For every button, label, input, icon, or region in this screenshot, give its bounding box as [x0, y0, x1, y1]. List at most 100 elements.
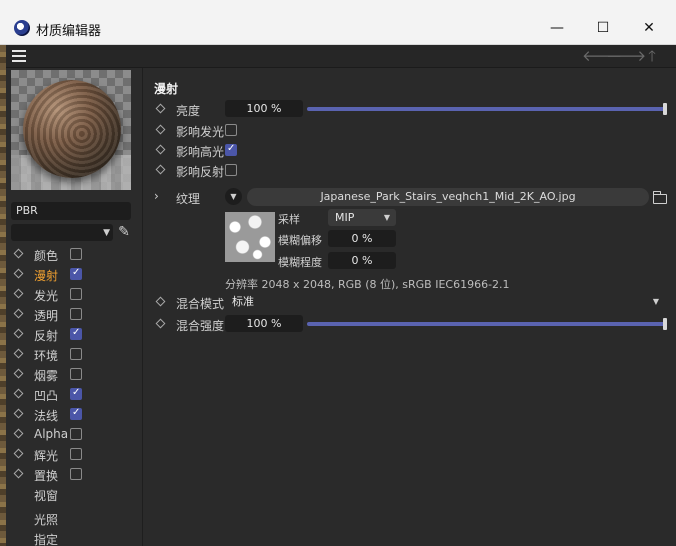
channel-item-environment[interactable]: 环境: [6, 344, 143, 364]
keyframe-diamond-icon[interactable]: [155, 144, 166, 155]
affect-luminance-row: 影响发光: [143, 120, 676, 140]
chevron-down-icon: ▼: [652, 297, 659, 306]
keyframe-diamond-icon[interactable]: [13, 308, 24, 319]
brightness-label: 亮度: [176, 104, 201, 118]
channel-checkbox[interactable]: [70, 428, 82, 440]
material-name-field[interactable]: PBR: [11, 202, 131, 220]
affect-specular-checkbox[interactable]: [225, 143, 237, 156]
affect-specular-label: 影响高光: [176, 145, 225, 159]
mix-mode-row: 混合模式 标准 ▼: [143, 292, 676, 312]
channel-checkbox[interactable]: [70, 387, 82, 400]
mix-strength-row: 混合强度 100 %: [143, 314, 676, 334]
keyframe-diamond-icon[interactable]: [13, 288, 24, 299]
keyframe-diamond-icon[interactable]: [13, 428, 24, 439]
keyframe-diamond-icon[interactable]: [13, 468, 24, 479]
channel-checkbox[interactable]: [70, 468, 82, 480]
channel-checkbox[interactable]: [70, 288, 82, 300]
material-preview[interactable]: [11, 70, 131, 190]
back-arrow-icon[interactable]: 🡐: [582, 47, 622, 65]
channel-item-luminance[interactable]: 发光: [6, 284, 143, 304]
attribute-pane: 漫射 亮度 100 % 影响发光 影响高光 影响反射 › 纹理 ▼ Japane…: [143, 68, 676, 546]
channel-item-reflectance[interactable]: 反射: [6, 324, 143, 344]
texture-thumbnail[interactable]: [225, 212, 275, 262]
affect-luminance-checkbox[interactable]: [225, 124, 237, 136]
channel-checkbox[interactable]: [70, 267, 82, 280]
menu-bar: 🡐 🡒 🡑: [6, 45, 676, 68]
up-arrow-icon[interactable]: 🡑: [642, 47, 662, 65]
slider-handle[interactable]: [663, 318, 667, 330]
mix-strength-slider[interactable]: [307, 318, 667, 330]
close-button[interactable]: ✕: [626, 10, 672, 45]
texture-row: › 纹理 ▼ Japanese_Park_Stairs_veqhch1_Mid_…: [143, 187, 676, 207]
brightness-slider[interactable]: [307, 103, 667, 115]
minimize-button[interactable]: —: [534, 10, 580, 45]
channel-checkbox[interactable]: [70, 368, 82, 380]
preview-sphere: [23, 80, 121, 178]
keyframe-diamond-icon[interactable]: [13, 448, 24, 459]
affect-luminance-label: 影响发光: [176, 125, 225, 139]
hamburger-menu-icon[interactable]: [12, 50, 26, 62]
keyframe-diamond-icon[interactable]: [155, 103, 166, 114]
affect-reflection-checkbox[interactable]: [225, 164, 237, 176]
eyedropper-icon[interactable]: ✎: [116, 223, 132, 241]
channel-checkbox[interactable]: [70, 248, 82, 260]
blur-offset-field[interactable]: 0 %: [328, 230, 396, 247]
texture-resolution-info: 分辨率 2048 x 2048, RGB (8 位), sRGB IEC6196…: [225, 278, 510, 291]
keyframe-diamond-icon[interactable]: [13, 348, 24, 359]
keyframe-diamond-icon[interactable]: [13, 268, 24, 279]
texture-menu-button[interactable]: ▼: [225, 188, 242, 205]
channel-item-transparency[interactable]: 透明: [6, 304, 143, 324]
mix-mode-label: 混合模式: [176, 297, 225, 311]
channel-checkbox[interactable]: [70, 308, 82, 320]
channel-item-alpha[interactable]: Alpha: [6, 424, 143, 444]
channel-item-fog[interactable]: 烟雾: [6, 364, 143, 384]
blur-scale-label: 模糊程度: [278, 256, 322, 269]
blur-offset-label: 模糊偏移: [278, 234, 322, 247]
window-title: 材质编辑器: [36, 24, 102, 39]
keyframe-diamond-icon[interactable]: [13, 328, 24, 339]
sampling-label: 采样: [278, 213, 300, 226]
chevron-right-icon[interactable]: ›: [154, 189, 159, 203]
mix-mode-dropdown[interactable]: 标准 ▼: [225, 293, 665, 310]
keyframe-diamond-icon[interactable]: [155, 318, 166, 329]
section-title: 漫射: [154, 82, 179, 96]
channel-item-illumination[interactable]: 光照: [6, 508, 143, 528]
channel-checkbox[interactable]: [70, 407, 82, 420]
affect-reflection-label: 影响反射: [176, 165, 225, 179]
keyframe-diamond-icon[interactable]: [13, 368, 24, 379]
mix-strength-label: 混合强度: [176, 319, 225, 333]
brightness-field[interactable]: 100 %: [225, 100, 303, 117]
forward-arrow-icon[interactable]: 🡒: [606, 47, 646, 65]
cinema4d-app-icon: [14, 20, 30, 36]
texture-label: 纹理: [176, 192, 201, 206]
channel-item-color[interactable]: 颜色: [6, 244, 143, 264]
channel-checkbox[interactable]: [70, 327, 82, 340]
keyframe-diamond-icon[interactable]: [13, 388, 24, 399]
channel-item-viewport[interactable]: 视窗: [6, 484, 143, 504]
channel-item-displacement[interactable]: 置换: [6, 464, 143, 484]
keyframe-diamond-icon[interactable]: [155, 164, 166, 175]
keyframe-diamond-icon[interactable]: [13, 248, 24, 259]
mix-strength-field[interactable]: 100 %: [225, 315, 303, 332]
blur-scale-field[interactable]: 0 %: [328, 252, 396, 269]
channel-checkbox[interactable]: [70, 348, 82, 360]
keyframe-diamond-icon[interactable]: [13, 408, 24, 419]
channel-item-normal[interactable]: 法线: [6, 404, 143, 424]
channel-item-glow[interactable]: 辉光: [6, 444, 143, 464]
keyframe-diamond-icon[interactable]: [155, 296, 166, 307]
channel-item-assignment[interactable]: 指定: [6, 528, 143, 546]
keyframe-diamond-icon[interactable]: [155, 124, 166, 135]
slider-handle[interactable]: [663, 103, 667, 115]
channel-panel: PBR ▼ ✎ 颜色 漫射 发光 透明 反射 环境 烟雾 凹凸 法线 Alpha…: [6, 68, 143, 546]
channel-list: 颜色 漫射 发光 透明 反射 环境 烟雾 凹凸 法线 Alpha 辉光 置换 视…: [6, 244, 143, 546]
material-preset-dropdown[interactable]: ▼: [11, 224, 113, 241]
channel-checkbox[interactable]: [70, 448, 82, 460]
mix-mode-value: 标准: [232, 295, 254, 308]
texture-filename-field[interactable]: Japanese_Park_Stairs_veqhch1_Mid_2K_AO.j…: [247, 188, 649, 206]
channel-item-diffusion[interactable]: 漫射: [6, 264, 143, 284]
maximize-button[interactable]: ☐: [580, 10, 626, 45]
affect-specular-row: 影响高光: [143, 140, 676, 160]
folder-icon[interactable]: [653, 191, 667, 204]
sampling-dropdown[interactable]: MIP ▼: [328, 209, 396, 226]
channel-item-bump[interactable]: 凹凸: [6, 384, 143, 404]
